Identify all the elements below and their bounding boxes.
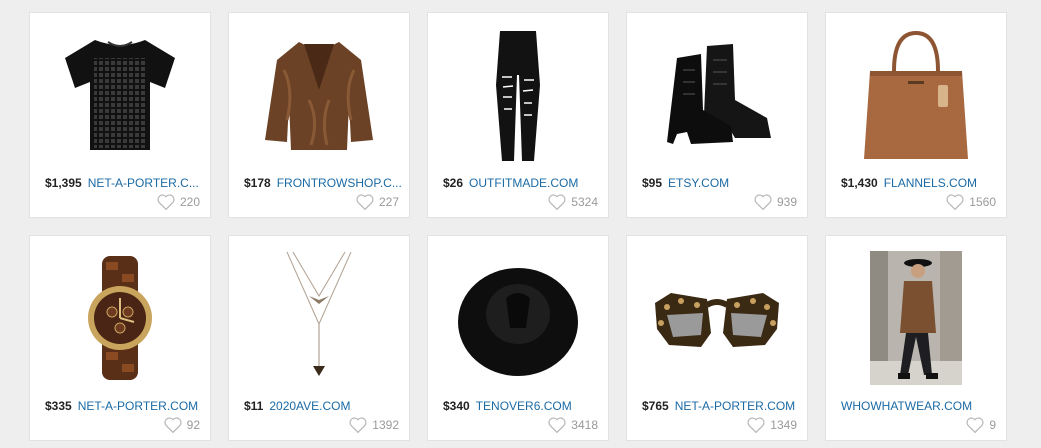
heart-icon[interactable] (355, 193, 375, 211)
product-price: $1,395 (45, 176, 82, 190)
product-image[interactable] (230, 242, 408, 394)
product-price: $11 (244, 399, 264, 413)
product-card[interactable]: $335 NET-A-PORTER.COM 92 (29, 235, 211, 441)
black-tee-icon (65, 40, 175, 150)
product-image[interactable] (429, 242, 607, 394)
store-link[interactable]: ETSY.COM (668, 176, 729, 190)
product-card[interactable]: $11 2020AVE.COM 1392 (228, 235, 410, 441)
product-card[interactable]: $95 ETSY.COM 939 (626, 12, 808, 218)
like-count: 1392 (372, 418, 399, 432)
product-info: $26 OUTFITMADE.COM (443, 176, 602, 190)
store-link[interactable]: 2020AVE.COM (269, 399, 350, 413)
product-card[interactable]: $1,430 FLANNELS.COM 1560 (825, 12, 1007, 218)
product-card[interactable]: $340 TENOVER6.COM 3418 (427, 235, 609, 441)
like-button[interactable]: 9 (965, 416, 996, 434)
heart-icon[interactable] (163, 416, 183, 434)
store-link[interactable]: NET-A-PORTER.COM (78, 399, 198, 413)
like-button[interactable]: 227 (355, 193, 399, 211)
product-info: $178 FRONTROWSHOP.C... (244, 176, 403, 190)
product-image[interactable] (628, 242, 806, 394)
product-image[interactable] (230, 19, 408, 171)
hat-icon (458, 268, 578, 376)
necklace-icon (286, 251, 352, 376)
store-link[interactable]: WHOWHATWEAR.COM (841, 399, 972, 413)
heart-icon[interactable] (156, 193, 176, 211)
like-button[interactable]: 939 (753, 193, 797, 211)
product-price: $340 (443, 399, 470, 413)
product-info: WHOWHATWEAR.COM (841, 399, 1000, 413)
tote-bag-icon (864, 30, 968, 159)
product-image[interactable] (827, 19, 1005, 171)
product-image[interactable] (628, 19, 806, 171)
like-count: 939 (776, 195, 797, 209)
store-link[interactable]: OUTFITMADE.COM (469, 176, 578, 190)
product-card[interactable]: $26 OUTFITMADE.COM 5324 (427, 12, 609, 218)
product-price: $178 (244, 176, 271, 190)
store-link[interactable]: TENOVER6.COM (476, 399, 572, 413)
like-count: 1560 (969, 195, 996, 209)
product-card[interactable]: $765 NET-A-PORTER.COM 1349 (626, 235, 808, 441)
like-count: 3418 (571, 418, 598, 432)
like-count: 5324 (571, 195, 598, 209)
product-info: $765 NET-A-PORTER.COM (642, 399, 801, 413)
street-style-photo-icon (870, 251, 962, 385)
product-info: $11 2020AVE.COM (244, 399, 403, 413)
product-card[interactable]: $1,395 NET-A-PORTER.C... 220 (29, 12, 211, 218)
product-price: $26 (443, 176, 464, 190)
product-info: $1,430 FLANNELS.COM (841, 176, 1000, 190)
heart-icon[interactable] (965, 416, 985, 434)
like-count: 220 (179, 195, 200, 209)
sunglasses-icon (655, 293, 779, 347)
product-card[interactable]: $178 FRONTROWSHOP.C... 227 (228, 12, 410, 218)
product-image[interactable] (31, 242, 209, 394)
heart-icon[interactable] (746, 416, 766, 434)
store-link[interactable]: NET-A-PORTER.COM (675, 399, 795, 413)
product-info: $95 ETSY.COM (642, 176, 801, 190)
like-button[interactable]: 5324 (547, 193, 598, 211)
heart-icon[interactable] (945, 193, 965, 211)
like-count: 1349 (770, 418, 797, 432)
product-card[interactable]: WHOWHATWEAR.COM 9 (825, 235, 1007, 441)
like-button[interactable]: 220 (156, 193, 200, 211)
product-price: $335 (45, 399, 72, 413)
store-link[interactable]: FLANNELS.COM (884, 176, 977, 190)
like-count: 9 (989, 418, 996, 432)
like-count: 92 (186, 418, 200, 432)
product-info: $335 NET-A-PORTER.COM (45, 399, 204, 413)
heart-icon[interactable] (753, 193, 773, 211)
like-button[interactable]: 1349 (746, 416, 797, 434)
product-image[interactable] (827, 242, 1005, 394)
product-price: $1,430 (841, 176, 878, 190)
like-button[interactable]: 1560 (945, 193, 996, 211)
fur-coat-icon (265, 42, 373, 150)
product-price: $765 (642, 399, 669, 413)
ripped-jeans-icon (496, 31, 540, 161)
like-button[interactable]: 1392 (348, 416, 399, 434)
heart-icon[interactable] (547, 193, 567, 211)
like-button[interactable]: 92 (163, 416, 200, 434)
heart-icon[interactable] (547, 416, 567, 434)
product-info: $1,395 NET-A-PORTER.C... (45, 176, 204, 190)
product-image[interactable] (31, 19, 209, 171)
like-count: 227 (378, 195, 399, 209)
watch-icon (88, 256, 152, 380)
boots-icon (667, 44, 771, 144)
product-info: $340 TENOVER6.COM (443, 399, 602, 413)
heart-icon[interactable] (348, 416, 368, 434)
like-button[interactable]: 3418 (547, 416, 598, 434)
product-image[interactable] (429, 19, 607, 171)
store-link[interactable]: NET-A-PORTER.C... (88, 176, 199, 190)
product-price: $95 (642, 176, 663, 190)
store-link[interactable]: FRONTROWSHOP.C... (277, 176, 402, 190)
